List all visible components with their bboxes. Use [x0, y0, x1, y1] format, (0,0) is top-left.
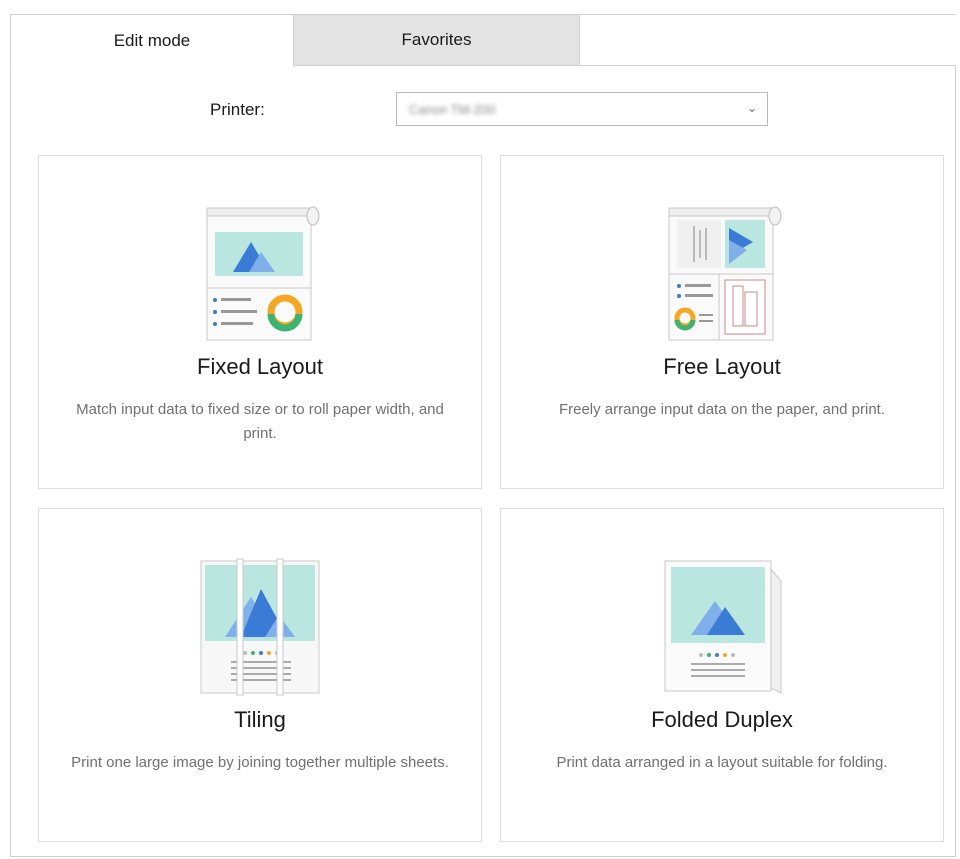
folded-duplex-title: Folded Duplex: [651, 707, 793, 732]
tab-favorites[interactable]: Favorites: [294, 14, 580, 66]
tiling-icon: [200, 558, 320, 696]
tiling-title: Tiling: [234, 707, 286, 732]
tiling-description: Print one large image by joining togethe…: [71, 754, 449, 771]
free-layout-card[interactable]: Free Layout Freely arrange input data on…: [500, 155, 944, 489]
printer-value: Canon TM-200: [409, 101, 496, 117]
chevron-down-icon: ⌄: [746, 101, 757, 115]
tab-bar: Edit mode Favorites: [10, 14, 956, 67]
free-layout-title: Free Layout: [663, 354, 781, 379]
tab-edit-mode-label: Edit mode: [113, 30, 191, 50]
fixed-layout-title: Fixed Layout: [197, 354, 323, 379]
free-layout-icon: [668, 206, 782, 341]
folded-duplex-card[interactable]: Folded Duplex Print data arranged in a l…: [500, 508, 944, 842]
fixed-layout-card[interactable]: Fixed Layout Match input data to fixed s…: [38, 155, 482, 489]
tab-favorites-label: Favorites: [401, 30, 472, 49]
free-layout-description: Freely arrange input data on the paper, …: [558, 401, 886, 418]
printer-dropdown[interactable]: Canon TM-200 ⌄: [396, 92, 768, 126]
fixed-layout-description: Match input data to fixed size or to rol…: [76, 401, 444, 442]
tab-bar-filler: [580, 14, 956, 65]
printer-label: Printer:: [210, 100, 265, 119]
tiling-card[interactable]: Tiling Print one large image by joining …: [38, 508, 482, 842]
fixed-layout-icon: [206, 206, 320, 341]
printer-row: Printer: Canon TM-200 ⌄: [10, 88, 956, 132]
tab-edit-mode[interactable]: Edit mode: [10, 14, 294, 67]
folded-duplex-icon: [664, 560, 782, 694]
folded-duplex-description: Print data arranged in a layout suitable…: [556, 754, 888, 771]
